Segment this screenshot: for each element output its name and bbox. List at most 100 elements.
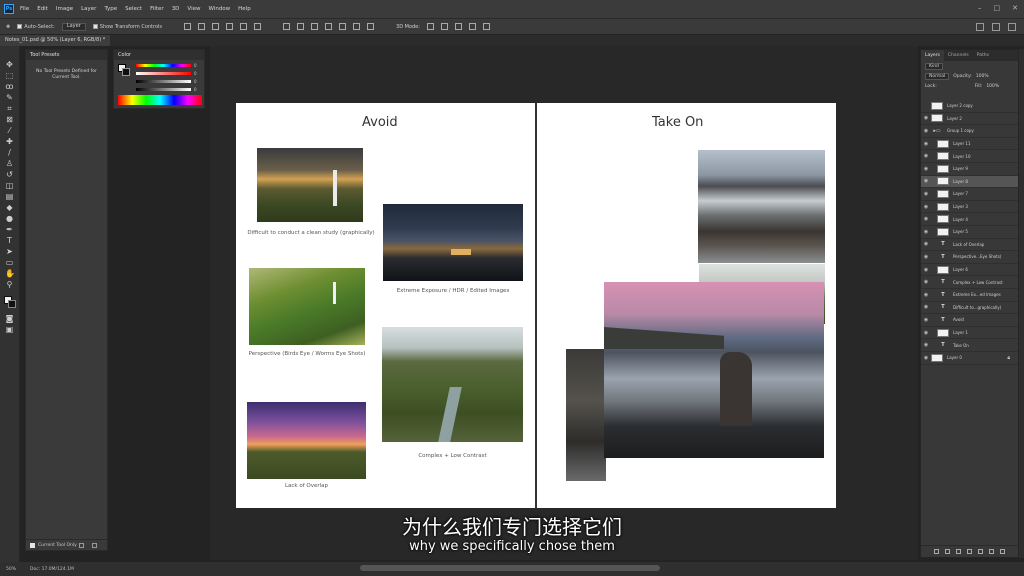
align-middle-icon[interactable] <box>240 23 248 30</box>
blur-tool-icon[interactable]: ◆ <box>5 203 14 212</box>
color-background-swatch[interactable] <box>122 68 130 76</box>
close-button[interactable]: ✕ <box>1012 4 1018 12</box>
layer-row[interactable]: ◉ Layer 3 <box>921 201 1018 214</box>
menu-filter[interactable]: Filter <box>150 6 164 12</box>
share-icon[interactable] <box>1008 23 1016 31</box>
pen-tool-icon[interactable]: ✒ <box>5 225 14 234</box>
layer-row[interactable]: ◉ Layer 0 🔒︎ <box>921 352 1018 365</box>
auto-select-checkbox[interactable] <box>17 24 23 29</box>
3d-orbit-icon[interactable] <box>426 23 434 30</box>
eraser-tool-icon[interactable]: ◫ <box>5 181 14 190</box>
history-brush-tool-icon[interactable]: ↺ <box>5 170 14 179</box>
blend-mode-dropdown[interactable]: Normal <box>925 72 950 80</box>
workspace-icon[interactable] <box>992 23 1000 31</box>
healing-brush-tool-icon[interactable]: ✚ <box>5 137 14 146</box>
distribute-middle-icon[interactable] <box>297 23 305 30</box>
brightness-slider[interactable] <box>136 80 191 83</box>
opacity-value[interactable]: 100% <box>976 74 989 79</box>
visibility-eye-icon[interactable]: ◉ <box>921 128 931 134</box>
transform-controls-checkbox[interactable] <box>92 24 98 29</box>
menu-select[interactable]: Select <box>125 6 142 12</box>
layer-row[interactable]: ◉ T Difficult to...graphically) <box>921 302 1018 315</box>
menu-image[interactable]: Image <box>56 6 73 12</box>
visibility-eye-icon[interactable]: ◉ <box>921 342 931 348</box>
folder-icon[interactable]: ▸▭ <box>931 128 943 134</box>
menu-type[interactable]: Type <box>104 6 117 12</box>
layer-row[interactable]: ◉ T Perspective...Eye Shots) <box>921 251 1018 264</box>
value-value[interactable]: 0 <box>194 87 197 92</box>
rectangle-tool-icon[interactable]: ▭ <box>5 258 14 267</box>
visibility-eye-icon[interactable]: ◉ <box>921 254 931 260</box>
layer-row[interactable]: ◉ T Lack of Overlap <box>921 239 1018 252</box>
layer-row[interactable]: ◉ T Extreme Ex...ed Images <box>921 289 1018 302</box>
visibility-eye-icon[interactable]: ◉ <box>921 204 931 210</box>
marquee-tool-icon[interactable]: ⬚ <box>5 71 14 80</box>
visibility-eye-icon[interactable]: ◉ <box>921 317 931 323</box>
distribute-bottom-icon[interactable] <box>311 23 319 30</box>
visibility-eye-icon[interactable]: ◉ <box>921 178 931 184</box>
layer-row[interactable]: ◉ T Avoid <box>921 314 1018 327</box>
layer-row[interactable]: Layer 2 copy <box>921 100 1018 113</box>
quick-mask-icon[interactable]: ◙ <box>5 314 14 323</box>
layer-row[interactable]: ◉ Layer 9 <box>921 163 1018 176</box>
3d-slide-icon[interactable] <box>468 23 476 30</box>
menu-help[interactable]: Help <box>238 6 251 12</box>
layer-row[interactable]: ◉ Layer 10 <box>921 150 1018 163</box>
type-tool-icon[interactable]: T <box>5 236 14 245</box>
brightness-value[interactable]: 0 <box>194 79 197 84</box>
menu-view[interactable]: View <box>187 6 200 12</box>
visibility-eye-icon[interactable]: ◉ <box>921 355 931 361</box>
zoom-tool-icon[interactable]: ⚲ <box>5 280 14 289</box>
menu-window[interactable]: Window <box>208 6 230 12</box>
visibility-eye-icon[interactable]: ◉ <box>921 191 931 197</box>
background-color-swatch[interactable] <box>8 300 16 308</box>
gradient-tool-icon[interactable]: ▤ <box>5 192 14 201</box>
layer-row[interactable]: ◉ T Take On <box>921 339 1018 352</box>
auto-select-option[interactable]: Auto-Select: <box>17 24 55 30</box>
menu-layer[interactable]: Layer <box>81 6 96 12</box>
visibility-eye-icon[interactable]: ◉ <box>921 216 931 222</box>
layer-row[interactable]: ◉ Layer 6 <box>921 264 1018 277</box>
document-tab[interactable]: Notes_01.psd @ 50% (Layer 6, RGB/8) * <box>0 35 111 46</box>
hand-tool-icon[interactable]: ✋ <box>5 269 15 278</box>
frame-tool-icon[interactable]: ⊠ <box>5 115 14 124</box>
align-left-icon[interactable] <box>184 23 192 30</box>
auto-align-icon[interactable] <box>367 23 375 30</box>
brush-tool-icon[interactable]: / <box>5 148 14 157</box>
menu-edit[interactable]: Edit <box>37 6 48 12</box>
move-tool-icon[interactable]: ✥ <box>5 60 14 69</box>
visibility-eye-icon[interactable]: ◉ <box>921 115 931 121</box>
color-spectrum[interactable] <box>118 95 202 105</box>
canvas-area[interactable]: Avoid Take On Difficult to conduct a cle… <box>210 46 918 560</box>
visibility-eye-icon[interactable]: ◉ <box>921 166 931 172</box>
menu-file[interactable]: File <box>20 6 29 12</box>
quick-select-tool-icon[interactable]: ✎ <box>5 93 14 102</box>
layer-kind-filter[interactable]: Kind <box>925 62 943 70</box>
auto-select-dropdown[interactable]: Layer <box>61 22 86 31</box>
3d-roll-icon[interactable] <box>440 23 448 30</box>
visibility-eye-icon[interactable]: ◉ <box>921 153 931 159</box>
visibility-eye-icon[interactable]: ◉ <box>921 279 931 285</box>
move-tool-icon[interactable]: ✥ <box>6 24 10 30</box>
distribute-center-icon[interactable] <box>339 23 347 30</box>
minimize-button[interactable]: – <box>978 4 982 12</box>
value-slider[interactable] <box>136 88 191 91</box>
distribute-left-icon[interactable] <box>325 23 333 30</box>
layer-row[interactable]: ◉ Layer 11 <box>921 138 1018 151</box>
visibility-eye-icon[interactable]: ◉ <box>921 267 931 273</box>
3d-scale-icon[interactable] <box>482 23 490 30</box>
align-center-icon[interactable] <box>198 23 206 30</box>
tab-layers[interactable]: Layers <box>921 50 944 61</box>
saturation-value[interactable]: 0 <box>194 71 197 76</box>
maximize-button[interactable]: □ <box>994 4 1001 12</box>
hue-value[interactable]: 0 <box>194 63 197 68</box>
visibility-eye-icon[interactable]: ◉ <box>921 330 931 336</box>
saturation-slider[interactable] <box>136 72 191 75</box>
layer-row[interactable]: ◉ Layer 4 <box>921 213 1018 226</box>
menu-3d[interactable]: 3D <box>172 6 180 12</box>
layer-row[interactable]: ◉ Layer 8 <box>921 175 1018 189</box>
path-selection-tool-icon[interactable]: ➤ <box>5 247 14 256</box>
layer-row[interactable]: ◉ Layer 5 <box>921 226 1018 239</box>
tab-paths[interactable]: Paths <box>973 50 993 61</box>
artboard[interactable]: Avoid Take On Difficult to conduct a cle… <box>236 103 836 508</box>
